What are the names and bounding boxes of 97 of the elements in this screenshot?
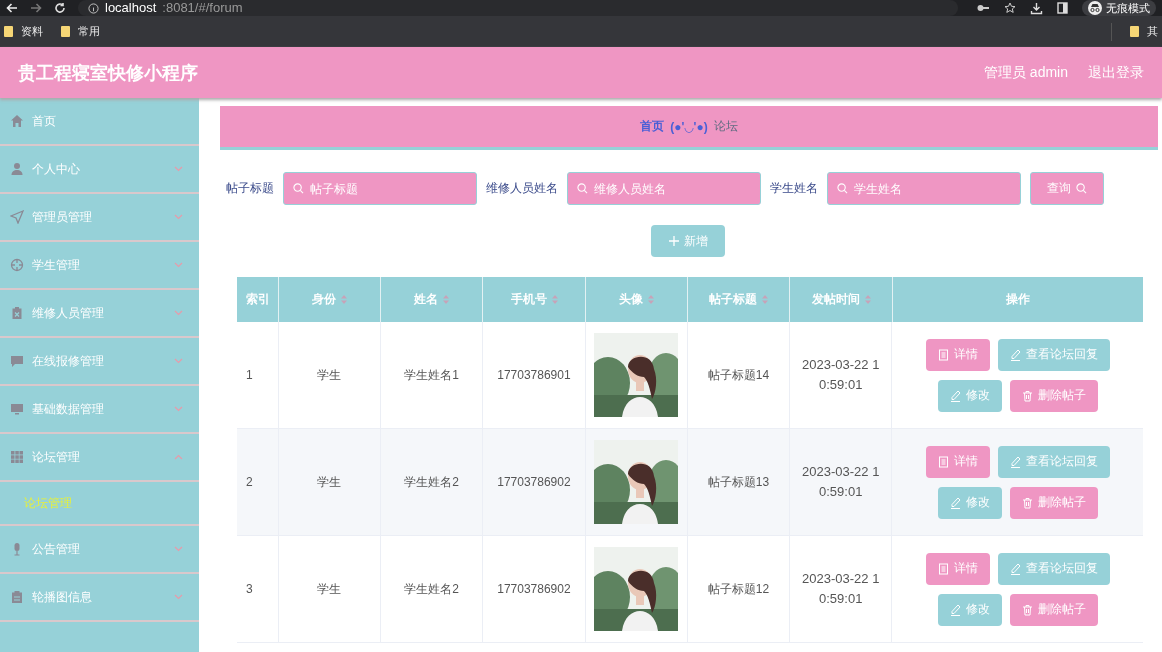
- search-icon: [837, 183, 848, 194]
- logout-link[interactable]: 退出登录: [1088, 63, 1144, 82]
- grid-icon: [10, 450, 24, 464]
- pencil-icon: [1009, 562, 1021, 575]
- menu-item[interactable]: 轮播图信息: [0, 574, 199, 622]
- menu-item[interactable]: 维修人员管理: [0, 290, 199, 338]
- incognito-badge[interactable]: 无痕模式: [1082, 0, 1156, 16]
- monitor-icon: [10, 402, 24, 416]
- user-label: 管理员 admin: [983, 63, 1068, 82]
- menu-item[interactable]: 论坛管理: [0, 434, 199, 482]
- bookmark-link[interactable]: 资料: [4, 24, 43, 39]
- search-field[interactable]: 帖子标题: [283, 172, 477, 205]
- delete-button[interactable]: 删除帖子: [1009, 486, 1098, 519]
- table-cell: 17703786902: [483, 536, 586, 642]
- search-field[interactable]: 学生姓名: [827, 172, 1021, 205]
- detail-button[interactable]: 详情: [925, 445, 990, 478]
- table-cell: 学生: [278, 322, 382, 428]
- menu-item[interactable]: 管理员管理: [0, 194, 199, 242]
- bookmark-link[interactable]: 其: [1130, 24, 1158, 39]
- delete-button[interactable]: 删除帖子: [1009, 379, 1098, 412]
- plus-icon: [668, 236, 679, 246]
- table-cell: 学生: [278, 429, 382, 535]
- home-icon: [10, 114, 24, 128]
- column-header: 操作: [1004, 291, 1031, 308]
- table-cell: 2023-03-22 10:59:01: [790, 322, 893, 428]
- app-title: 贵工程寝室快修小程序: [18, 61, 198, 85]
- detail-button[interactable]: 详情: [925, 338, 990, 371]
- reply-button[interactable]: 查看论坛回复: [997, 338, 1110, 371]
- table-cell: 2023-03-22 10:59:01: [790, 536, 893, 642]
- menu-item[interactable]: 学生管理: [0, 242, 199, 290]
- info-icon: [88, 2, 99, 14]
- menu-item[interactable]: 个人中心: [0, 146, 199, 194]
- edit-button[interactable]: 修改: [937, 379, 1002, 412]
- clip-icon: [10, 306, 24, 320]
- table-cell: 学生姓名1: [381, 322, 484, 428]
- reply-button[interactable]: 查看论坛回复: [997, 552, 1110, 585]
- chat-icon: [10, 354, 24, 368]
- detail-button[interactable]: 详情: [925, 552, 990, 585]
- board-icon: [10, 590, 24, 604]
- url-path: :8081/#/forum: [162, 0, 243, 16]
- document-icon: [937, 348, 949, 361]
- document-icon: [937, 562, 949, 575]
- address-bar[interactable]: localhost :8081/#/forum: [78, 0, 958, 16]
- table-cell: 1: [237, 322, 279, 428]
- menu-item[interactable]: 首页: [0, 98, 199, 146]
- table-cell: 学生: [278, 536, 382, 642]
- field-label: 维修人员姓名: [486, 180, 558, 197]
- field-label: 帖子标题: [226, 180, 274, 197]
- emoticon-text: (●'◡'●): [670, 119, 708, 134]
- document-icon: [937, 455, 949, 468]
- table-cell: 帖子标题12: [687, 536, 791, 642]
- search-icon: [293, 183, 304, 194]
- pencil-icon: [949, 389, 961, 402]
- field-label: 学生姓名: [770, 180, 818, 197]
- menu-item[interactable]: 公告管理: [0, 526, 199, 574]
- user-icon: [10, 162, 24, 176]
- trash-icon: [1021, 603, 1033, 616]
- back-icon[interactable]: [6, 3, 18, 13]
- search-icon: [1076, 183, 1087, 194]
- pencil-icon: [1009, 348, 1021, 361]
- url-host: localhost: [105, 0, 157, 16]
- pencil-icon: [949, 496, 961, 509]
- bookmark-link[interactable]: 常用: [61, 24, 100, 39]
- edit-button[interactable]: 修改: [937, 593, 1002, 626]
- download-icon[interactable]: [1030, 1, 1043, 15]
- breadcrumb-link[interactable]: 首页: [640, 118, 665, 135]
- table-cell: 学生姓名2: [381, 429, 484, 535]
- table-cell: 帖子标题14: [687, 322, 791, 428]
- edit-button[interactable]: 修改: [937, 486, 1002, 519]
- submenu-item[interactable]: 论坛管理: [24, 494, 72, 512]
- pencil-icon: [949, 603, 961, 616]
- trash-icon: [1021, 496, 1033, 509]
- pencil-icon: [1009, 455, 1021, 468]
- trash-icon: [1021, 389, 1033, 402]
- table-cell: 17703786902: [483, 429, 586, 535]
- reply-button[interactable]: 查看论坛回复: [997, 445, 1110, 478]
- add-button[interactable]: 新增: [651, 225, 725, 257]
- target-icon: [10, 258, 24, 272]
- star-icon[interactable]: [1004, 2, 1016, 14]
- send-icon: [10, 210, 24, 224]
- search-icon: [577, 183, 588, 194]
- table-cell: 17703786901: [483, 322, 586, 428]
- menu-item[interactable]: 基础数据管理: [0, 386, 199, 434]
- table-cell: 帖子标题13: [687, 429, 791, 535]
- breadcrumb-current: 论坛: [713, 118, 738, 135]
- table-cell: 学生姓名2: [381, 536, 484, 642]
- delete-button[interactable]: 删除帖子: [1009, 593, 1098, 626]
- query-button[interactable]: 查询: [1030, 172, 1104, 205]
- search-field[interactable]: 维修人员姓名: [567, 172, 761, 205]
- key-icon[interactable]: [977, 3, 990, 13]
- table-cell: 2: [237, 429, 279, 535]
- reload-icon[interactable]: [54, 2, 66, 14]
- table-cell: 2023-03-22 10:59:01: [790, 429, 893, 535]
- table-cell: 3: [237, 536, 279, 642]
- menu-item[interactable]: 在线报修管理: [0, 338, 199, 386]
- forward-icon[interactable]: [30, 3, 42, 13]
- sidepanel-icon[interactable]: [1057, 2, 1068, 14]
